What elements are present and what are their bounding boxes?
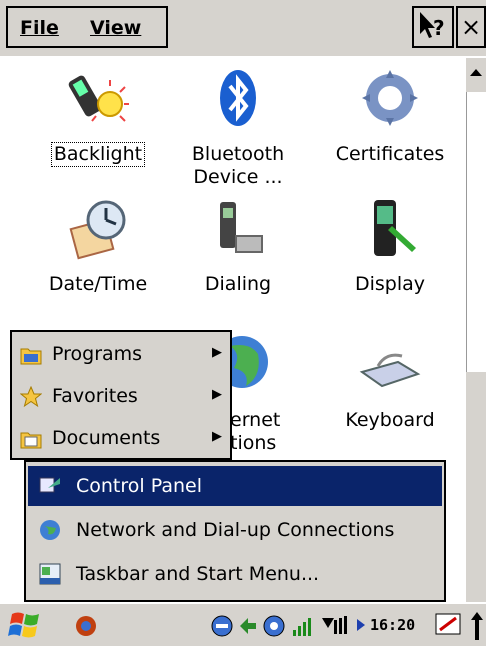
start-menu-favorites[interactable]: Favorites ▶ [16,380,226,414]
bluetooth-item[interactable]: Bluetooth Device ... [168,66,308,189]
network-connections-label: Network and Dial-up Connections [76,519,395,541]
clock-time[interactable]: 16:20 [370,616,415,634]
start-menu: Programs ▶ Favorites ▶ Documents ▶ [10,330,232,460]
taskbar-start-menu-item[interactable]: Taskbar and Start Menu... [28,554,442,594]
submenu-arrow-icon: ▶ [212,429,222,444]
file-menu[interactable]: File [20,17,59,39]
sync-app-icon[interactable] [72,612,100,640]
view-menu[interactable]: View [90,17,141,39]
input-panel-icon[interactable] [434,610,464,640]
certificates-label: Certificates [335,143,445,165]
taskbar-start-menu-label: Taskbar and Start Menu... [76,563,320,585]
favorites-label: Favorites [52,385,138,407]
control-panel-label: Control Panel [76,475,202,497]
notification-arrow-icon[interactable] [356,618,366,632]
dialing-icon [220,202,263,253]
help-button[interactable]: ? [412,6,454,48]
submenu-arrow-icon: ▶ [212,387,222,402]
scroll-thumb[interactable] [466,92,486,372]
network-globe-icon [40,520,60,540]
submenu-arrow-icon: ▶ [212,345,222,360]
wireless-status-icon[interactable] [262,614,286,638]
menu-bar: File View ? × [0,0,486,56]
keyboard-label: Keyboard [345,409,435,431]
scroll-up-button[interactable] [466,58,486,88]
vertical-scrollbar[interactable] [466,58,486,602]
settings-submenu: Control Panel Network and Dial-up Connec… [24,460,446,602]
svg-text:?: ? [433,16,445,40]
taskbar: 16:20 [0,602,486,646]
scroll-up-arrow-icon [470,69,482,76]
keyboard-item[interactable]: Keyboard [320,332,460,432]
display-item[interactable]: Display [320,196,460,296]
control-panel-icon [39,477,60,493]
cellular-signal-icon[interactable] [320,614,354,638]
signal-strength-icon[interactable] [290,614,314,638]
start-menu-programs[interactable]: Programs ▶ [16,338,226,372]
documents-folder-icon [20,432,42,449]
backlight-item[interactable]: Backlight [28,66,168,167]
activesync-icon[interactable] [236,614,260,638]
close-button[interactable]: × [456,6,486,48]
bluetooth-label: Bluetooth Device ... [191,143,285,188]
menu-box: File View [6,6,168,48]
star-icon [20,386,42,408]
start-flag-icon[interactable] [8,610,42,640]
documents-label: Documents [52,427,161,449]
dialing-label: Dialing [204,273,272,295]
network-status-icon[interactable] [210,614,234,638]
help-pointer-icon: ? [420,12,445,40]
network-connections-menu-item[interactable]: Network and Dial-up Connections [28,510,442,550]
backlight-icon [68,75,129,122]
programs-label: Programs [52,343,143,365]
date-time-item[interactable]: Date/Time [28,196,168,296]
keyboard-icon [359,353,421,388]
start-menu-documents[interactable]: Documents ▶ [16,422,226,456]
certificates-icon [362,70,418,126]
display-label: Display [354,273,426,295]
control-panel-menu-item[interactable]: Control Panel [28,466,442,506]
display-icon [374,200,416,256]
bluetooth-icon [220,70,256,126]
scroll-up-indicator-icon[interactable] [470,610,484,642]
certificates-item[interactable]: Certificates [320,66,460,166]
backlight-label: Backlight [50,142,146,167]
date-time-label: Date/Time [48,273,148,295]
taskbar-settings-icon [39,563,61,585]
programs-folder-icon [20,348,42,365]
date-time-icon [69,200,126,260]
dialing-item[interactable]: Dialing [168,196,308,296]
